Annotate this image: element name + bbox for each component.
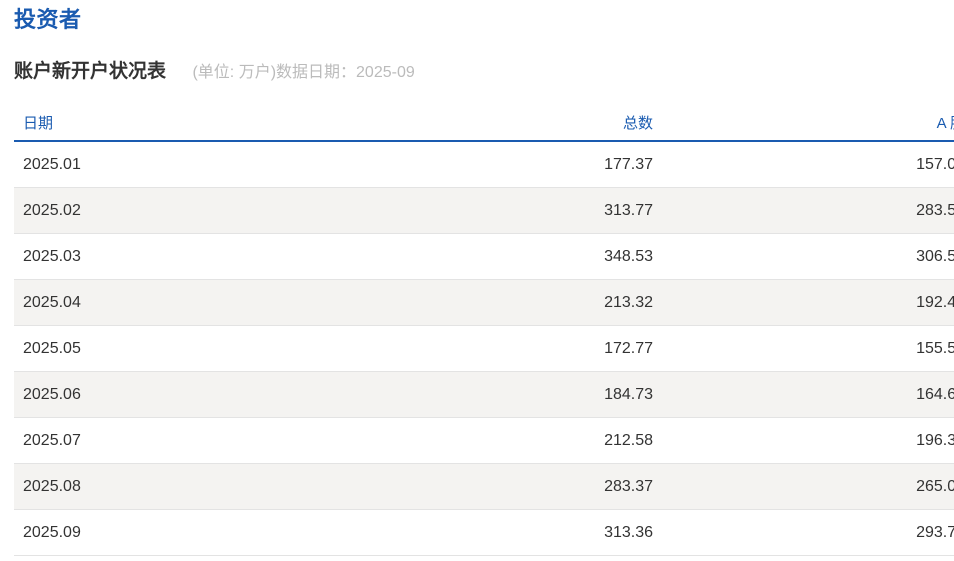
column-header-total: 总数 <box>323 104 655 142</box>
cell-date: 2025.04 <box>14 279 323 326</box>
cell-date: 2025.05 <box>14 325 323 372</box>
table-row: 2025.08 283.37 265.03 <box>14 463 954 510</box>
cell-a-share: 196.36 <box>655 417 954 464</box>
column-header-a-share: A 股 <box>655 104 954 142</box>
cell-a-share: 155.56 <box>655 325 954 372</box>
cell-a-share: 306.55 <box>655 233 954 280</box>
cell-a-share: 192.44 <box>655 279 954 326</box>
table-row: 2025.04 213.32 192.44 <box>14 279 954 326</box>
table-row: 2025.01 177.37 157.00 <box>14 141 954 188</box>
table-row: 2025.03 348.53 306.55 <box>14 233 954 280</box>
table-unit-date-note: (单位: 万户)数据日期：2025-09 <box>192 64 415 81</box>
table-row: 2025.07 212.58 196.36 <box>14 417 954 464</box>
cell-date: 2025.01 <box>14 141 323 188</box>
cell-date: 2025.03 <box>14 233 323 280</box>
section-title: 投资者 <box>14 7 82 32</box>
table-row: 2025.05 172.77 155.56 <box>14 325 954 372</box>
cell-date: 2025.09 <box>14 509 323 556</box>
cell-date: 2025.07 <box>14 417 323 464</box>
table-title: 账户新开户状况表 <box>14 61 167 82</box>
cell-a-share: 157.00 <box>655 141 954 188</box>
table-row: 2025.02 313.77 283.59 <box>14 187 954 234</box>
cell-total: 177.37 <box>323 141 655 188</box>
cell-a-share: 265.03 <box>655 463 954 510</box>
cell-total: 184.73 <box>323 371 655 418</box>
cell-total: 348.53 <box>323 233 655 280</box>
cell-total: 172.77 <box>323 325 655 372</box>
cell-total: 212.58 <box>323 417 655 464</box>
cell-a-share: 293.72 <box>655 509 954 556</box>
cell-date: 2025.02 <box>14 187 323 234</box>
cell-a-share: 164.64 <box>655 371 954 418</box>
cell-total: 313.36 <box>323 509 655 556</box>
page: 投资者 账户新开户状况表 (单位: 万户)数据日期：2025-09 日期 总数 … <box>0 0 954 561</box>
table-row: 2025.06 184.73 164.64 <box>14 371 954 418</box>
cell-total: 283.37 <box>323 463 655 510</box>
table-row: 2025.09 313.36 293.72 <box>14 509 954 556</box>
cell-date: 2025.08 <box>14 463 323 510</box>
table-header-row: 日期 总数 A 股 <box>14 104 954 142</box>
table-header: 账户新开户状况表 (单位: 万户)数据日期：2025-09 <box>14 56 415 88</box>
cell-total: 313.77 <box>323 187 655 234</box>
account-opening-table: 日期 总数 A 股 2025.01 177.37 157.00 2025.02 … <box>14 104 954 556</box>
cell-total: 213.32 <box>323 279 655 326</box>
column-header-date: 日期 <box>14 104 323 142</box>
cell-a-share: 283.59 <box>655 187 954 234</box>
cell-date: 2025.06 <box>14 371 323 418</box>
